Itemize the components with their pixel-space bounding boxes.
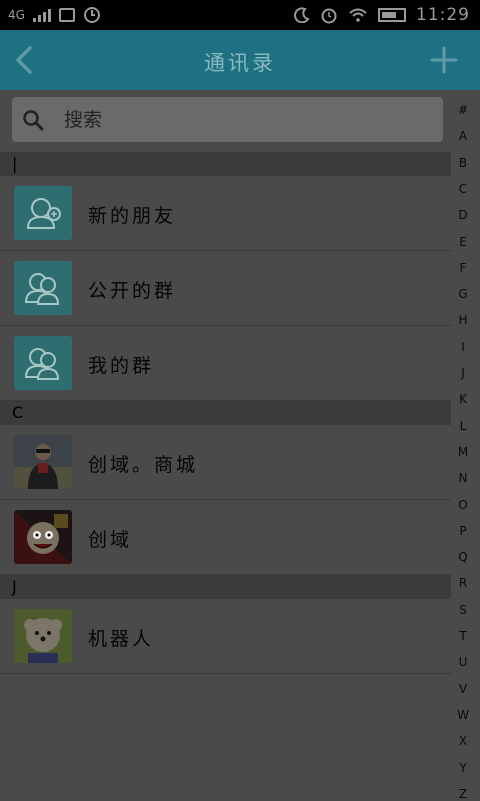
index-letter[interactable]: X xyxy=(450,734,476,748)
index-letter[interactable]: J xyxy=(450,366,476,380)
index-letter[interactable]: L xyxy=(450,419,476,433)
index-letter[interactable]: # xyxy=(450,103,476,117)
list-item-contact[interactable]: 机器人 xyxy=(0,599,451,674)
index-letter[interactable]: E xyxy=(450,235,476,249)
search-bar[interactable] xyxy=(12,97,443,142)
alphabet-index[interactable]: # A B C D E F G H I J K L M N O P Q R S T U V W X Y Z xyxy=(450,100,480,801)
wifi-icon xyxy=(349,8,367,22)
index-letter[interactable]: N xyxy=(450,471,476,485)
section-header: | xyxy=(0,152,451,176)
image-icon xyxy=(58,8,75,22)
index-letter[interactable]: Q xyxy=(450,550,476,564)
app-header: 通讯录 xyxy=(0,30,480,90)
index-letter[interactable]: R xyxy=(450,576,476,590)
avatar xyxy=(14,435,72,489)
index-letter[interactable]: D xyxy=(450,208,476,222)
index-letter[interactable]: B xyxy=(450,156,476,170)
section-header: C xyxy=(0,401,451,425)
list-item-new-friends[interactable]: 新的朋友 xyxy=(0,176,451,251)
list-item-label: 机器人 xyxy=(88,628,155,650)
list-item-label: 创域 xyxy=(88,529,133,551)
alarm-icon xyxy=(321,8,337,24)
search-input[interactable] xyxy=(62,105,426,135)
group-icon xyxy=(14,336,72,390)
index-letter[interactable]: H xyxy=(450,313,476,327)
list-item-contact[interactable]: 创域。商城 xyxy=(0,425,451,500)
index-letter[interactable]: V xyxy=(450,682,476,696)
index-letter[interactable]: C xyxy=(450,182,476,196)
battery-icon xyxy=(378,8,406,22)
index-letter[interactable]: M xyxy=(450,445,476,459)
group-icon xyxy=(14,261,72,315)
avatar xyxy=(14,609,72,663)
index-letter[interactable]: Z xyxy=(450,787,476,801)
contact-list: | 新的朋友 公开的群 我的群 C 创域。商城 创域 J 机器人 xyxy=(0,152,451,674)
network-type: 4G xyxy=(8,8,25,22)
add-friend-icon xyxy=(14,186,72,240)
signal-icon xyxy=(32,8,51,22)
list-item-public-groups[interactable]: 公开的群 xyxy=(0,251,451,326)
list-item-contact[interactable]: 创域 xyxy=(0,500,451,575)
index-letter[interactable]: S xyxy=(450,603,476,617)
section-header: J xyxy=(0,575,451,599)
list-item-label: 创域。商城 xyxy=(88,454,199,476)
search-icon xyxy=(23,110,44,131)
index-letter[interactable]: A xyxy=(450,129,476,143)
list-item-my-groups[interactable]: 我的群 xyxy=(0,326,451,401)
list-item-label: 我的群 xyxy=(88,355,155,377)
index-letter[interactable]: O xyxy=(450,498,476,512)
list-item-label: 公开的群 xyxy=(88,280,177,302)
index-letter[interactable]: G xyxy=(450,287,476,301)
add-icon[interactable] xyxy=(428,44,460,76)
status-time: 11:29 xyxy=(416,5,470,25)
index-letter[interactable]: P xyxy=(450,524,476,538)
index-letter[interactable]: U xyxy=(450,655,476,669)
index-letter[interactable]: T xyxy=(450,629,476,643)
status-bar: 4G 11:29 xyxy=(0,0,480,30)
index-letter[interactable]: F xyxy=(450,261,476,275)
index-letter[interactable]: I xyxy=(450,340,476,354)
sync-icon xyxy=(83,7,100,23)
index-letter[interactable]: W xyxy=(450,708,476,722)
page-title: 通讯录 xyxy=(204,51,276,75)
index-letter[interactable]: K xyxy=(450,392,476,406)
moon-icon xyxy=(294,7,310,23)
list-item-label: 新的朋友 xyxy=(88,205,177,227)
avatar xyxy=(14,510,72,564)
index-letter[interactable]: Y xyxy=(450,761,476,775)
